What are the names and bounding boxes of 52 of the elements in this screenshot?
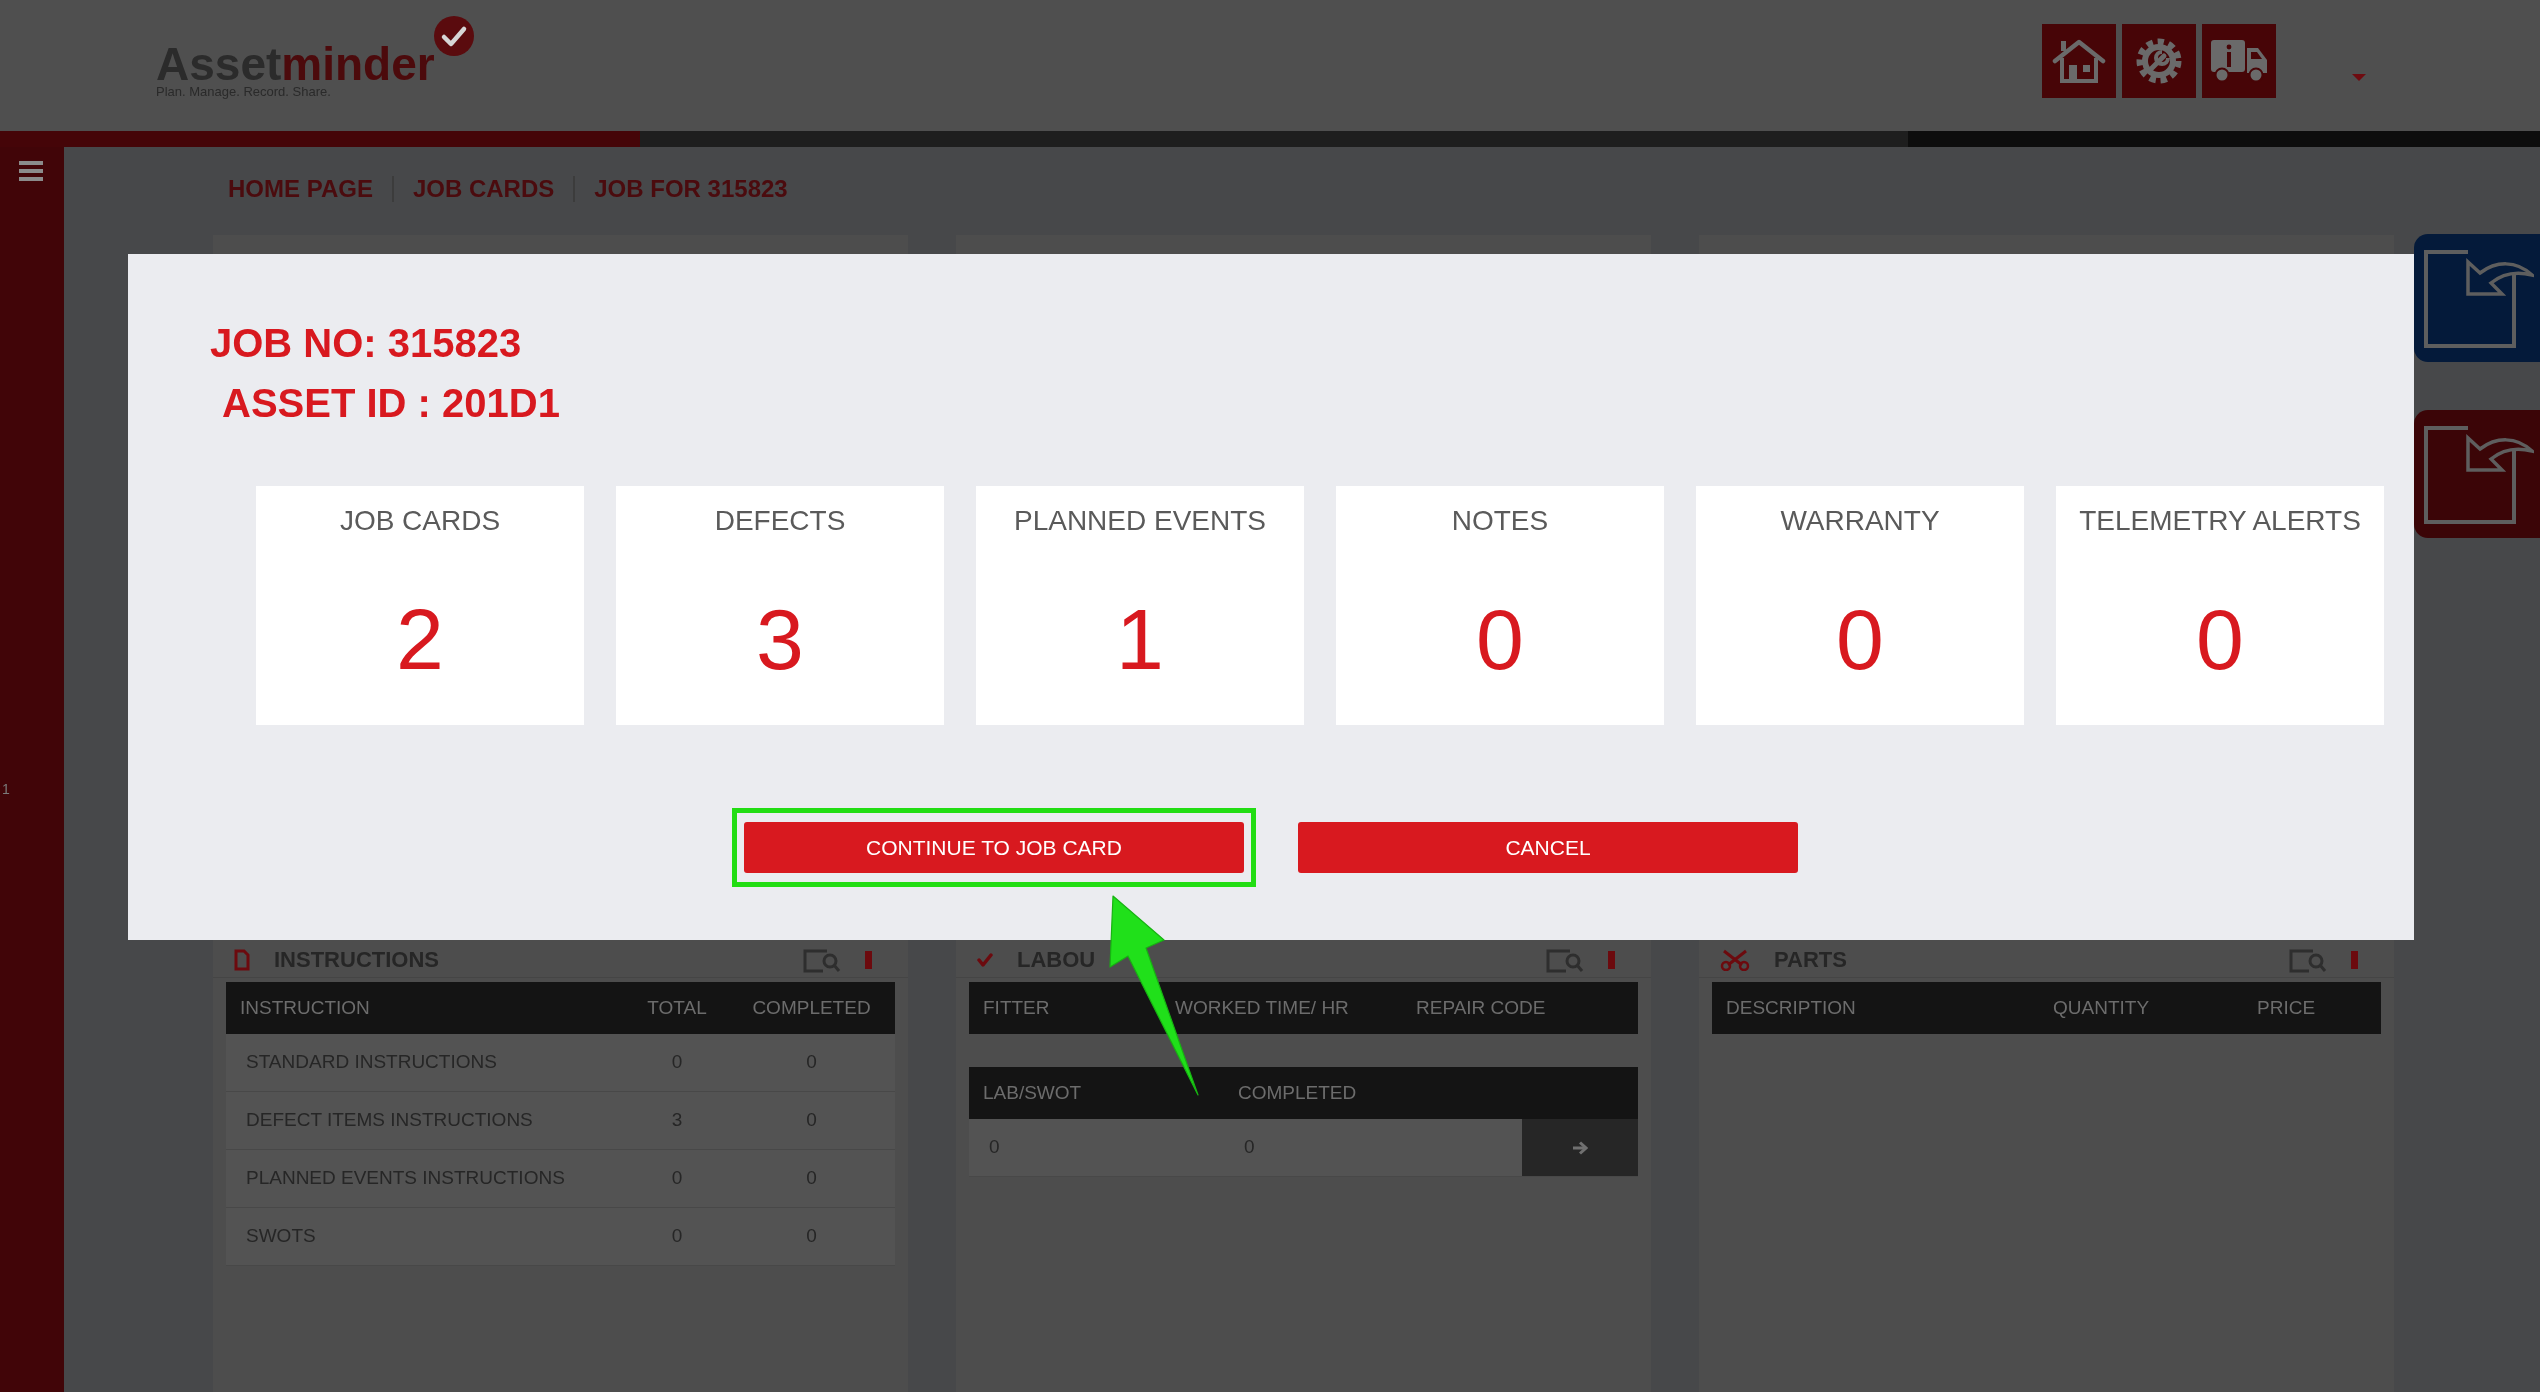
menu-icon[interactable] bbox=[19, 161, 43, 181]
document-icon bbox=[234, 948, 250, 971]
column-header: TOTAL bbox=[646, 996, 708, 1020]
stat-count: 0 bbox=[2195, 596, 2245, 682]
home-button[interactable] bbox=[2042, 24, 2116, 98]
column-header: PRICE bbox=[2256, 996, 2317, 1020]
stat-label: JOB CARDS bbox=[338, 504, 502, 538]
continue-button[interactable]: CONTINUE TO JOB CARD bbox=[744, 822, 1244, 873]
stat-count: 0 bbox=[1475, 596, 1525, 682]
column-header: REPAIR CODE bbox=[1415, 996, 1547, 1020]
arrow-right-icon bbox=[1572, 1140, 1588, 1155]
breadcrumb-link[interactable]: JOB CARDS bbox=[412, 171, 555, 207]
home-icon bbox=[2052, 38, 2106, 84]
column-header: INSTRUCTION bbox=[239, 996, 371, 1020]
stat-count: 3 bbox=[755, 596, 805, 682]
gear-icon bbox=[2136, 38, 2182, 84]
stat-count: 0 bbox=[1835, 596, 1885, 682]
box-arrow-icon bbox=[2424, 426, 2534, 524]
column-header: COMPLETED bbox=[1237, 1081, 1358, 1105]
cancel-button[interactable]: CANCEL bbox=[1298, 822, 1798, 873]
stat-label: PLANNED EVENTS bbox=[1012, 504, 1268, 538]
column-header: WORKED TIME/ HR bbox=[1174, 996, 1350, 1020]
column-header: QUANTITY bbox=[2052, 996, 2151, 1020]
service-button[interactable] bbox=[2122, 24, 2196, 98]
marker-icon[interactable] bbox=[865, 950, 872, 969]
stat-count: 1 bbox=[1115, 596, 1165, 682]
breadcrumb-link[interactable]: HOME PAGE bbox=[228, 171, 373, 207]
column-header: DESCRIPTION bbox=[1725, 996, 1857, 1020]
truck-info-icon bbox=[2210, 39, 2268, 83]
stat-label: TELEMETRY ALERTS bbox=[2078, 504, 2362, 538]
column-header: LAB/SWOT bbox=[982, 1081, 1083, 1105]
caret-icon[interactable] bbox=[2352, 74, 2366, 81]
scissors-icon bbox=[1720, 948, 1750, 971]
side-tab-button[interactable] bbox=[2414, 410, 2540, 538]
breadcrumb-link[interactable]: JOB FOR 315823 bbox=[594, 171, 788, 207]
job-number: JOB NO: 315823 bbox=[210, 320, 522, 367]
sidebar-text: 1 bbox=[1, 781, 10, 797]
asset-id: ASSET ID : 201D1 bbox=[222, 380, 560, 427]
open-row-button[interactable] bbox=[1522, 1119, 1638, 1176]
vehicle-info-button[interactable] bbox=[2202, 24, 2276, 98]
side-tab-button[interactable] bbox=[2414, 234, 2540, 362]
column-header: COMPLETED bbox=[751, 996, 872, 1020]
stat-label: DEFECTS bbox=[713, 504, 847, 538]
check-circle-icon bbox=[433, 16, 474, 56]
box-arrow-icon bbox=[2424, 250, 2534, 348]
check-icon bbox=[977, 951, 993, 968]
stat-label: NOTES bbox=[1450, 504, 1550, 538]
marker-icon[interactable] bbox=[1608, 950, 1615, 969]
marker-icon[interactable] bbox=[2351, 950, 2358, 969]
stat-count: 2 bbox=[395, 596, 445, 682]
column-header: FITTER bbox=[982, 996, 1051, 1020]
stat-label: WARRANTY bbox=[1779, 504, 1941, 538]
